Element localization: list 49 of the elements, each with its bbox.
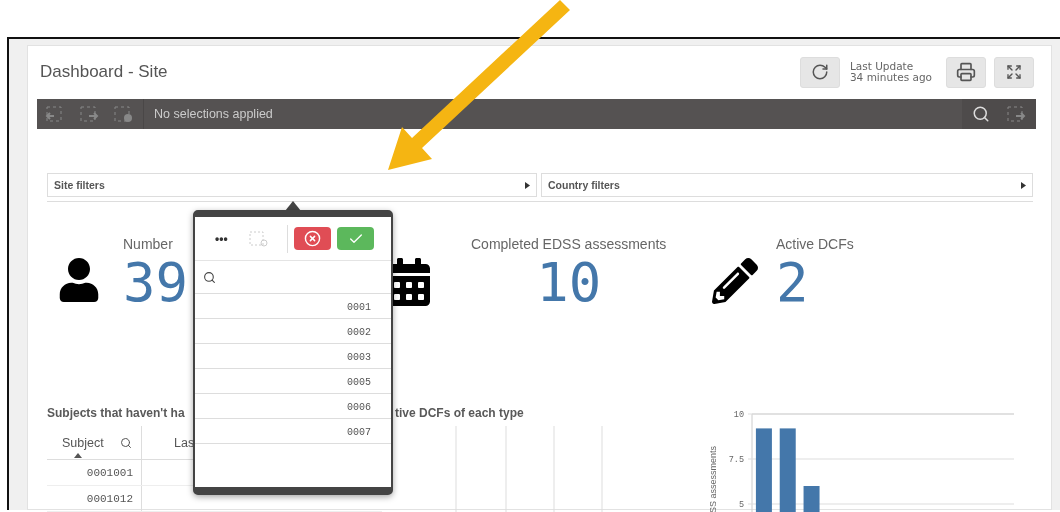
print-button[interactable] xyxy=(946,56,986,88)
kpi-value: 2 xyxy=(776,252,809,314)
kpi-title: Number xyxy=(123,236,173,252)
search-icon[interactable] xyxy=(119,436,132,449)
table-title: Subjects that haven't ha xyxy=(47,406,185,422)
selection-tool-icon[interactable] xyxy=(1006,105,1026,123)
column-header[interactable]: Subject xyxy=(62,435,104,450)
filter-bar[interactable]: Site filters xyxy=(47,173,537,197)
selection-status: No selections applied xyxy=(153,107,274,121)
kpi-title: Completed EDSS assessments xyxy=(471,236,667,252)
dashboard-title: Dashboard - Site xyxy=(40,62,169,82)
close-icon xyxy=(304,230,321,247)
step-forward-icon[interactable] xyxy=(79,105,99,123)
list-item[interactable]: 0002 xyxy=(195,319,391,344)
list-item[interactable]: 0001 xyxy=(195,294,391,319)
pencil-icon xyxy=(712,258,758,304)
kpi-title: Active DCFs xyxy=(776,236,854,252)
refresh-icon xyxy=(810,63,829,81)
step-back-icon[interactable] xyxy=(45,105,65,123)
clear-selection-icon[interactable] xyxy=(249,230,269,247)
caret-icon xyxy=(1021,181,1026,189)
cancel-button[interactable] xyxy=(294,227,331,250)
person-icon xyxy=(57,258,101,302)
last-update-time: 34 minutes ago xyxy=(849,72,932,83)
refresh-button[interactable] xyxy=(799,56,840,88)
caret-icon xyxy=(525,181,530,189)
y-axis-label: SS assessments xyxy=(708,445,718,512)
more-options[interactable]: ••• xyxy=(215,231,243,246)
expand-icon xyxy=(1006,64,1022,80)
kpi-value: 10 xyxy=(536,252,602,314)
column-header[interactable]: Las xyxy=(174,435,195,450)
table-cell: 0001012 xyxy=(47,486,142,511)
search-icon[interactable] xyxy=(972,105,990,123)
last-update-label: Last Update xyxy=(849,61,915,72)
confirm-button[interactable] xyxy=(337,227,374,250)
fullscreen-button[interactable] xyxy=(994,56,1034,88)
printer-icon xyxy=(956,62,976,82)
chart-title: tive DCFs of each type xyxy=(395,406,524,422)
search-icon xyxy=(203,270,216,284)
list-item[interactable]: 0007 xyxy=(195,419,391,444)
y-axis: 5 7.5 10 xyxy=(728,410,744,510)
filter-bar[interactable]: Country filters xyxy=(541,173,1033,197)
bar xyxy=(803,486,820,512)
list-item[interactable]: 0006 xyxy=(195,394,391,419)
clear-selections-icon[interactable] xyxy=(113,105,133,123)
list-item[interactable]: 0005 xyxy=(195,369,391,394)
list-item[interactable]: 0003 xyxy=(195,344,391,369)
kpi-value: 39 xyxy=(123,252,189,314)
table-cell: 0001001 xyxy=(47,460,142,485)
